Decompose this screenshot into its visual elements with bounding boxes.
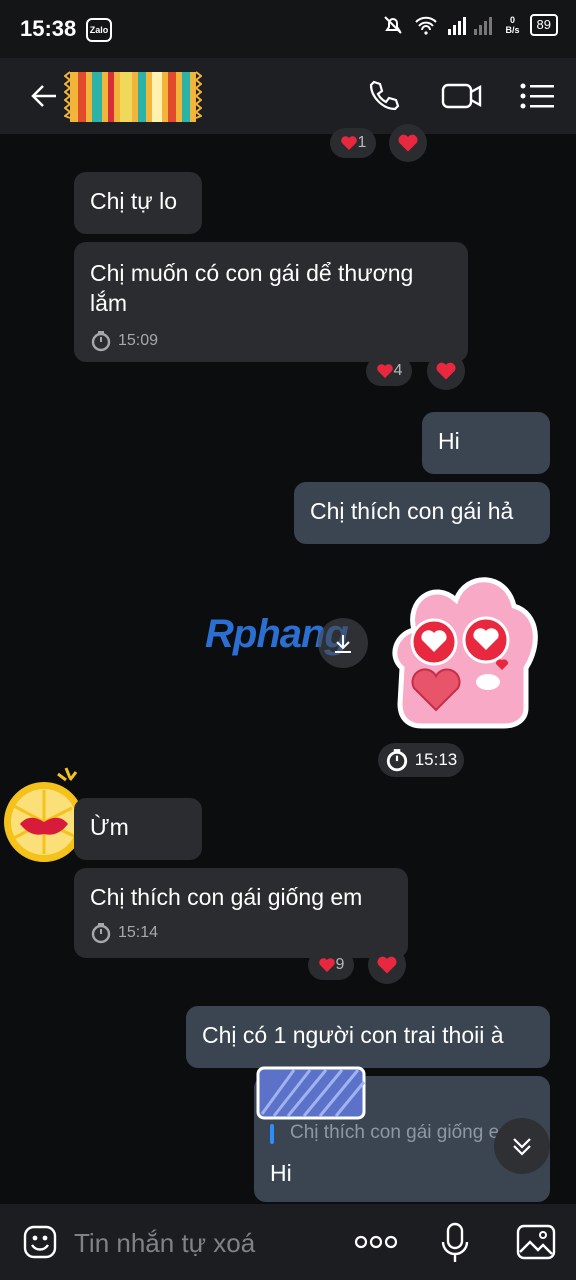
scribble-censor-sticker <box>256 1066 366 1120</box>
scroll-to-bottom-button[interactable] <box>494 1118 550 1174</box>
net-speed: 0 B/s <box>505 15 520 35</box>
message-text: Hi <box>438 428 460 454</box>
voice-call-icon[interactable] <box>366 78 402 114</box>
react-heart-button[interactable] <box>389 124 427 162</box>
message-bubble-incoming[interactable]: Chị muốn có con gái dể thương lắm 15:09 <box>74 242 468 362</box>
status-bar: 15:38 Zalo 0 B/s 89 <box>0 0 576 58</box>
heart-icon <box>436 362 456 380</box>
video-call-icon[interactable] <box>440 78 484 114</box>
image-gallery-icon[interactable] <box>516 1224 556 1260</box>
message-text: Chị thích con gái giống em <box>90 884 363 910</box>
message-text: Hi <box>270 1160 292 1186</box>
reaction-count-badge[interactable]: 9 <box>308 950 354 980</box>
quote-indicator <box>270 1124 274 1144</box>
message-composer: Tin nhắn tự xoá <box>0 1204 576 1280</box>
menu-list-icon[interactable] <box>518 78 556 114</box>
bunny-heart-eyes-sticker[interactable] <box>384 570 540 730</box>
heart-icon <box>318 958 335 972</box>
wifi-icon <box>414 16 437 35</box>
message-bubble-incoming[interactable]: Chị thích con gái giống em 15:14 <box>74 868 408 958</box>
message-bubble-outgoing[interactable]: Chị thích con gái hả <box>294 482 550 544</box>
stopwatch-icon <box>91 923 111 944</box>
download-icon <box>335 635 351 653</box>
emoji-icon[interactable] <box>22 1224 58 1260</box>
message-text: Chị thích con gái hả <box>310 498 514 524</box>
back-arrow-icon[interactable] <box>28 80 60 112</box>
stopwatch-icon <box>91 331 111 352</box>
contact-avatar-banner[interactable] <box>64 66 202 128</box>
message-bubble-incoming[interactable]: Chị tự lo <box>74 172 202 234</box>
microphone-icon[interactable] <box>440 1222 470 1264</box>
message-timestamp: 15:09 <box>90 326 452 356</box>
reaction-count-badge[interactable]: 1 <box>330 128 376 158</box>
more-options-icon[interactable] <box>354 1234 398 1250</box>
message-bubble-outgoing[interactable]: Hi <box>422 412 550 474</box>
heart-icon <box>377 956 397 974</box>
message-timestamp: 15:14 <box>90 918 392 948</box>
sticker-timestamp: 15:13 <box>378 743 464 777</box>
quoted-message-text: Chị thích con gái giống em <box>290 1122 510 1143</box>
react-heart-button[interactable] <box>427 352 465 390</box>
heart-icon <box>340 136 357 150</box>
message-bubble-outgoing[interactable]: Chị có 1 người con trai thoii à <box>186 1006 550 1068</box>
message-text: Ừm <box>90 814 129 840</box>
chat-header <box>0 58 576 134</box>
heart-icon <box>398 134 418 152</box>
mute-bell-icon <box>383 16 402 34</box>
chevron-double-down-icon <box>513 1138 531 1156</box>
battery-indicator: 89 <box>529 14 558 36</box>
message-input[interactable]: Tin nhắn tự xoá <box>74 1228 255 1259</box>
stopwatch-icon <box>386 749 407 772</box>
status-time: 15:38 <box>20 16 77 41</box>
react-heart-button[interactable] <box>368 946 406 984</box>
message-text: Chị tự lo <box>90 188 177 214</box>
message-text: Chị muốn có con gái dể thương lắm <box>90 260 414 316</box>
reaction-count-badge[interactable]: 4 <box>366 356 412 386</box>
zalo-notification-icon: Zalo <box>86 18 112 42</box>
status-icons: 0 B/s 89 <box>382 14 558 36</box>
message-text: Chị có 1 người con trai thoii à <box>202 1022 504 1048</box>
message-bubble-incoming[interactable]: Ừm <box>74 798 202 860</box>
signal-icon <box>447 17 492 35</box>
heart-icon <box>376 364 393 378</box>
download-button[interactable] <box>318 618 368 668</box>
